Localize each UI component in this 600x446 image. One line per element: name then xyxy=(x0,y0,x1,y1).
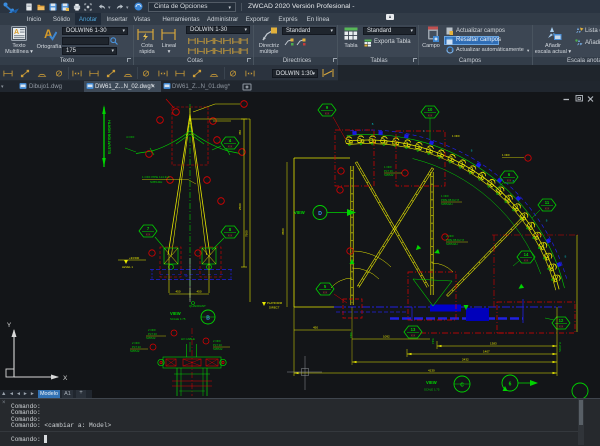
svg-text:1 OFF: 1 OFF xyxy=(502,153,510,157)
svg-text:XXX: XXX xyxy=(228,236,233,238)
svg-text:QUADRANT: QUADRANT xyxy=(189,304,206,308)
svg-text:1407: 1407 xyxy=(483,350,490,354)
svg-text:B: B xyxy=(565,256,567,259)
svg-text:XXX: XXX xyxy=(428,116,433,118)
svg-text:14: 14 xyxy=(524,252,529,257)
svg-text:4: 4 xyxy=(229,138,232,143)
svg-text:S355J2H: S355J2H xyxy=(446,242,458,246)
svg-text:D: D xyxy=(318,211,322,217)
svg-text:6: 6 xyxy=(508,172,511,177)
svg-text:S355J2H: S355J2H xyxy=(150,180,162,184)
svg-text:XXX: XXX xyxy=(323,293,328,295)
svg-text:XXX: XXX xyxy=(559,327,564,329)
svg-text:7: 7 xyxy=(147,226,150,231)
svg-text:450: 450 xyxy=(313,326,318,330)
svg-text:12: 12 xyxy=(559,318,564,323)
svg-text:TP: TP xyxy=(184,274,188,278)
svg-text:XXX: XXX xyxy=(411,336,416,338)
svg-text:B: B xyxy=(471,150,473,153)
svg-text:450: 450 xyxy=(196,290,201,294)
svg-text:XXX: XXX xyxy=(146,235,151,237)
svg-text:6: 6 xyxy=(509,382,512,388)
svg-text:8: 8 xyxy=(229,227,232,232)
svg-text:1 OFF PIPE 114.3x8: 1 OFF PIPE 114.3x8 xyxy=(142,175,170,179)
svg-text:PLATFORM: PLATFORM xyxy=(267,301,283,305)
svg-text:ELEVATION NORTH: ELEVATION NORTH xyxy=(108,120,112,154)
svg-text:VIEW: VIEW xyxy=(170,311,181,316)
svg-text:XXX: XXX xyxy=(325,114,330,116)
svg-text:4 OFF: 4 OFF xyxy=(126,135,135,139)
svg-text:B: B xyxy=(546,220,548,223)
svg-text:XXX: XXX xyxy=(524,261,529,263)
svg-text:DIRECT: DIRECT xyxy=(269,306,280,310)
svg-text:X: X xyxy=(63,375,68,382)
svg-text:450: 450 xyxy=(175,290,180,294)
svg-text:HV CABLE: HV CABLE xyxy=(181,337,195,341)
svg-text:VIEW: VIEW xyxy=(426,380,437,385)
svg-text:B: B xyxy=(372,123,374,126)
svg-text:1 OFF: 1 OFF xyxy=(452,134,460,138)
svg-text:4130: 4130 xyxy=(428,369,435,373)
svg-text:A: A xyxy=(14,29,19,36)
svg-text:SCALE 1:75: SCALE 1:75 xyxy=(424,388,440,392)
svg-text:2432: 2432 xyxy=(462,358,469,362)
svg-text:VIEW: VIEW xyxy=(294,210,305,215)
svg-text:9: 9 xyxy=(326,105,329,110)
svg-text:S355J2: S355J2 xyxy=(146,336,156,340)
svg-text:XXX: XXX xyxy=(507,181,512,183)
svg-text:+33.500: +33.500 xyxy=(129,256,140,260)
svg-text:PIPE: PIPE xyxy=(431,338,435,344)
svg-text:S355J2: S355J2 xyxy=(213,347,223,351)
svg-text:1092: 1092 xyxy=(383,335,390,339)
svg-text:S355J2: S355J2 xyxy=(384,173,394,177)
svg-text:11: 11 xyxy=(545,200,550,205)
svg-text:1383: 1383 xyxy=(490,342,497,346)
svg-text:XXX: XXX xyxy=(545,209,550,211)
svg-text:Y: Y xyxy=(7,322,12,329)
svg-text:LEVEL 1: LEVEL 1 xyxy=(122,265,133,269)
svg-text:C: C xyxy=(460,383,464,389)
svg-text:2500: 2500 xyxy=(238,203,242,210)
svg-text:3500: 3500 xyxy=(281,228,285,235)
svg-text:B: B xyxy=(206,316,210,322)
svg-text:PIPE: PIPE xyxy=(349,332,353,338)
svg-text:S355J2H: S355J2H xyxy=(441,202,453,206)
svg-text:350: 350 xyxy=(238,130,242,135)
svg-text:13: 13 xyxy=(411,327,416,332)
svg-text:7500: 7500 xyxy=(245,230,249,237)
svg-text:S355J2: S355J2 xyxy=(130,349,140,353)
svg-text:SOUTH: SOUTH xyxy=(558,342,562,352)
svg-text:SCALE 1:75: SCALE 1:75 xyxy=(170,317,186,321)
svg-text:XXX: XXX xyxy=(228,147,233,149)
svg-text:5: 5 xyxy=(324,284,327,289)
svg-text:10: 10 xyxy=(428,107,433,112)
